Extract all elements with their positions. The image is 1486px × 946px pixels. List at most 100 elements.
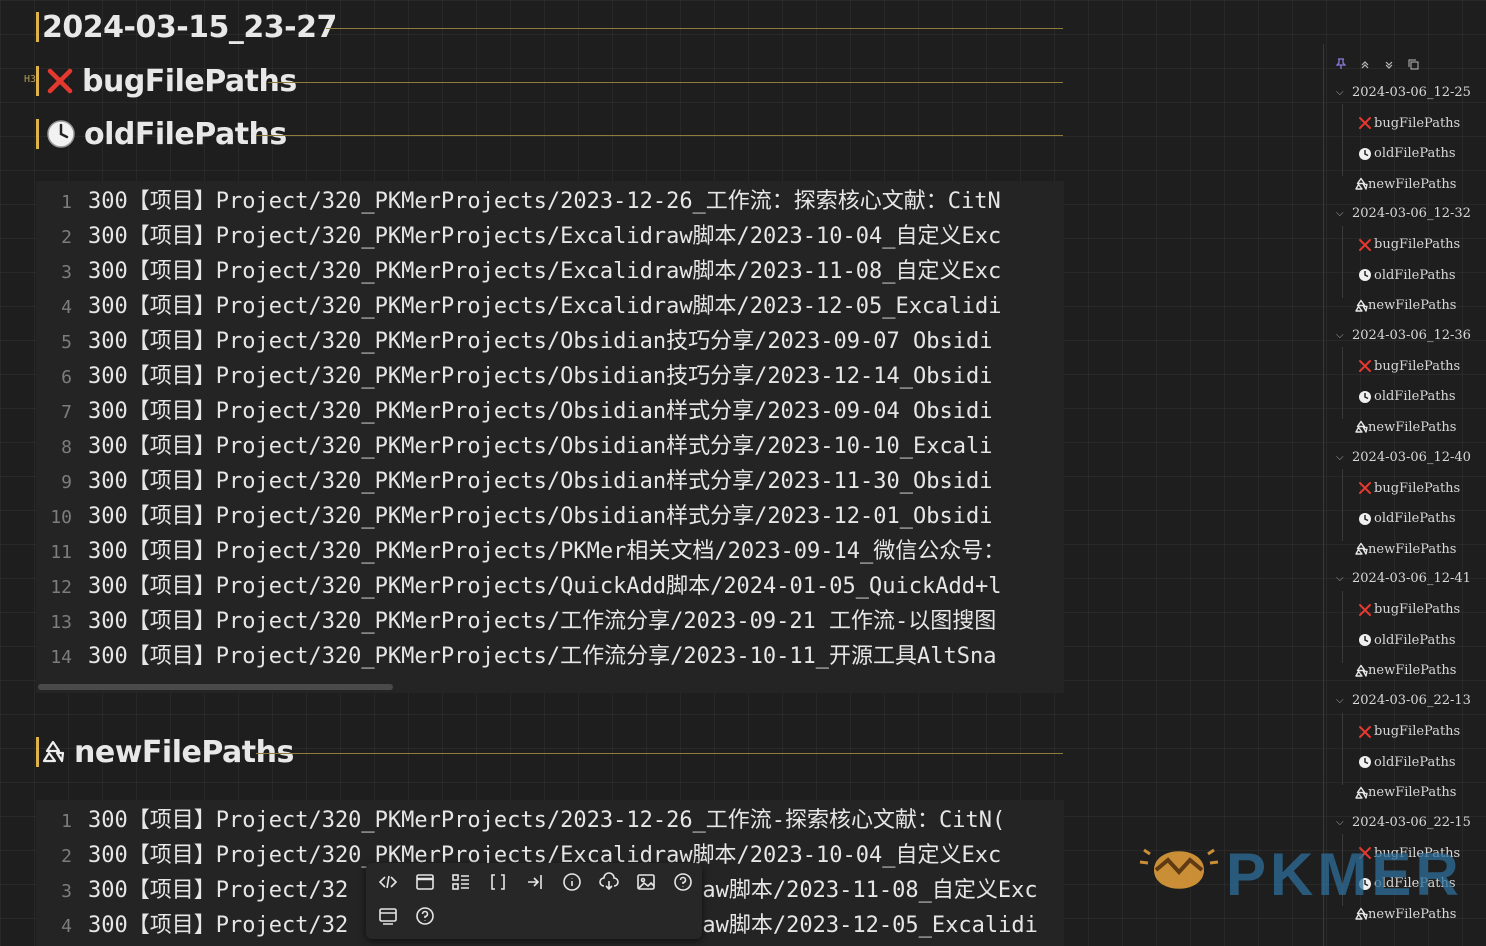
image-icon[interactable] (631, 867, 661, 897)
code-line[interactable]: 11 300【项目】Project/320_PKMerProjects/PKMer… (36, 534, 1005, 569)
heading-underline (256, 753, 1063, 754)
list-layout-icon[interactable] (446, 867, 476, 897)
clock-icon (1358, 755, 1372, 769)
heading-bug[interactable]: bugFilePaths (36, 62, 1063, 100)
code-line[interactable]: 8 300【项目】Project/320_PKMerProjects/Obsidi… (36, 429, 992, 464)
line-number: 9 (61, 472, 72, 493)
cross-icon (1358, 725, 1372, 739)
horizontal-scrollbar[interactable] (38, 684, 393, 690)
code-line-text: 300【项目】Project/320_PKMerProjects/2023-12… (88, 189, 1001, 214)
heading-date[interactable]: 2024-03-15_23-27 (36, 8, 1063, 46)
outline-heading-item[interactable]: bugFilePaths (1358, 356, 1460, 376)
outline-heading-item[interactable]: newFilePaths (1354, 661, 1456, 681)
clock-icon (1358, 512, 1372, 526)
outline-date-item[interactable]: ⌵ 2024-03-06_22-15 (1336, 812, 1471, 832)
outline-heading-item[interactable]: newFilePaths (1354, 783, 1456, 803)
outline-heading-item[interactable]: oldFilePaths (1358, 387, 1456, 407)
outline-heading-item[interactable]: newFilePaths (1354, 174, 1456, 194)
info-icon[interactable] (557, 867, 587, 897)
outline-heading-item[interactable]: newFilePaths (1354, 296, 1456, 316)
outline-guide-line (1342, 347, 1343, 420)
line-number: 10 (50, 507, 72, 528)
code-line[interactable]: 2 300【项目】Project/320_PKMerProjects/Excali… (36, 219, 1001, 254)
code-block-old[interactable]: 1 300【项目】Project/320_PKMerProjects/2023-1… (36, 181, 1064, 693)
insert-icon[interactable] (520, 867, 550, 897)
cross-icon (1358, 116, 1372, 130)
code-line[interactable]: 10 300【项目】Project/320_PKMerProjects/Obsid… (36, 499, 992, 534)
code-line[interactable]: 13 300【项目】Project/320_PKMerProjects/工作流分享… (36, 604, 996, 639)
outline-heading-item[interactable]: bugFilePaths (1358, 478, 1460, 498)
outline-date-item[interactable]: ⌵ 2024-03-06_12-32 (1336, 204, 1471, 224)
outline-heading-item[interactable]: bugFilePaths (1358, 113, 1460, 133)
chevron-down-icon[interactable]: ⌵ (1336, 695, 1348, 706)
clock-icon (1358, 268, 1372, 282)
code-line[interactable]: 14 300【项目】Project/320_PKMerProjects/工作流分享… (36, 639, 996, 674)
outline-date-label: 2024-03-06_12-41 (1352, 571, 1471, 587)
outline-guide-line (1342, 469, 1343, 542)
chevron-down-icon[interactable]: ⌵ (1336, 573, 1348, 584)
code-line[interactable]: 3 300【项目】Project/320_PKMerProjects/Excali… (36, 254, 1001, 289)
heading-new[interactable]: newFilePaths (36, 733, 1063, 771)
chevron-down-icon[interactable]: ⌵ (1336, 817, 1348, 828)
chevron-down-icon[interactable]: ⌵ (1336, 330, 1348, 341)
code-line-text: 300【项目】Project/320_PKMerProjects/Excalid… (88, 259, 1002, 284)
cross-icon (1358, 603, 1372, 617)
outline-heading-item[interactable]: oldFilePaths (1358, 630, 1456, 650)
outline-date-item[interactable]: ⌵ 2024-03-06_12-40 (1336, 447, 1471, 467)
outline-heading-item[interactable]: bugFilePaths (1358, 235, 1460, 255)
line-number: 2 (61, 846, 72, 867)
outline-heading-item[interactable]: newFilePaths (1354, 539, 1456, 559)
chevron-down-icon[interactable]: ⌵ (1336, 87, 1348, 98)
help-icon-2[interactable] (410, 901, 440, 931)
outline-heading-item[interactable]: oldFilePaths (1358, 752, 1456, 772)
outline-guide-line (1342, 590, 1343, 663)
code-line[interactable]: 6 300【项目】Project/320_PKMerProjects/Obsidi… (36, 359, 992, 394)
outline-heading-label: bugFilePaths (1374, 115, 1461, 131)
card-icon[interactable] (373, 901, 403, 931)
brackets-icon[interactable] (483, 867, 513, 897)
outline-date-label: 2024-03-06_22-15 (1352, 814, 1471, 830)
heading-old[interactable]: oldFilePaths (36, 115, 1063, 153)
code-line-text: 300【项目】Project/320_PKMerProjects/Excalid… (88, 224, 1002, 249)
code-line[interactable]: 5 300【项目】Project/320_PKMerProjects/Obsidi… (36, 324, 992, 359)
copy-icon[interactable] (1408, 55, 1419, 74)
outline-heading-item[interactable]: oldFilePaths (1358, 265, 1456, 285)
line-number: 7 (61, 402, 72, 423)
outline-heading-item[interactable]: oldFilePaths (1358, 144, 1456, 164)
editor-pane: 2024-03-15_23-27 H3 bugFilePaths oldFile… (0, 0, 1100, 946)
code-line[interactable]: 1 300【项目】Project/320_PKMerProjects/2023-1… (36, 803, 1005, 838)
cross-icon (1358, 238, 1372, 252)
collapse-all-icon[interactable] (1384, 55, 1394, 74)
outline-heading-label: oldFilePaths (1374, 146, 1456, 161)
chevron-down-icon[interactable]: ⌵ (1336, 452, 1348, 463)
heading-marker (36, 737, 39, 767)
heading-marker (36, 12, 39, 42)
outline-date-item[interactable]: ⌵ 2024-03-06_12-25 (1336, 82, 1471, 102)
window-icon[interactable] (410, 867, 440, 897)
outline-heading-item[interactable]: oldFilePaths (1358, 509, 1456, 529)
outline-date-item[interactable]: ⌵ 2024-03-06_22-13 (1336, 691, 1471, 711)
pin-icon[interactable] (1335, 55, 1347, 74)
code-icon[interactable] (373, 867, 403, 897)
code-line[interactable]: 7 300【项目】Project/320_PKMerProjects/Obsidi… (36, 394, 992, 429)
code-line[interactable]: 9 300【项目】Project/320_PKMerProjects/Obsidi… (36, 464, 992, 499)
chevron-down-icon[interactable]: ⌵ (1336, 208, 1348, 219)
line-number: 8 (61, 437, 72, 458)
cross-icon (1358, 359, 1372, 373)
code-line[interactable]: 4 300【项目】Project/320_PKMerProjects/Excali… (36, 289, 1001, 324)
outline-heading-item[interactable]: newFilePaths (1354, 417, 1456, 437)
outline-date-item[interactable]: ⌵ 2024-03-06_12-41 (1336, 569, 1471, 589)
outline-heading-item[interactable]: bugFilePaths (1358, 600, 1460, 620)
help-icon[interactable] (668, 867, 698, 897)
outline-heading-item[interactable]: bugFilePaths (1358, 722, 1460, 742)
heading-bug-text: bugFilePaths (82, 63, 297, 99)
outline-date-item[interactable]: ⌵ 2024-03-06_12-36 (1336, 325, 1471, 345)
cloud-sync-icon[interactable] (594, 867, 624, 897)
code-line[interactable]: 12 300【项目】Project/320_PKMerProjects/Quick… (36, 569, 1001, 604)
code-line[interactable]: 1 300【项目】Project/320_PKMerProjects/2023-1… (36, 184, 1001, 219)
expand-all-icon[interactable] (1360, 55, 1370, 74)
code-line-text: 300【项目】Project/32 (88, 878, 349, 903)
code-line-text: 300【项目】Project/320_PKMerProjects/Obsidia… (88, 364, 993, 389)
outline-guide-line (1342, 104, 1343, 176)
recycle-icon (1354, 177, 1368, 191)
